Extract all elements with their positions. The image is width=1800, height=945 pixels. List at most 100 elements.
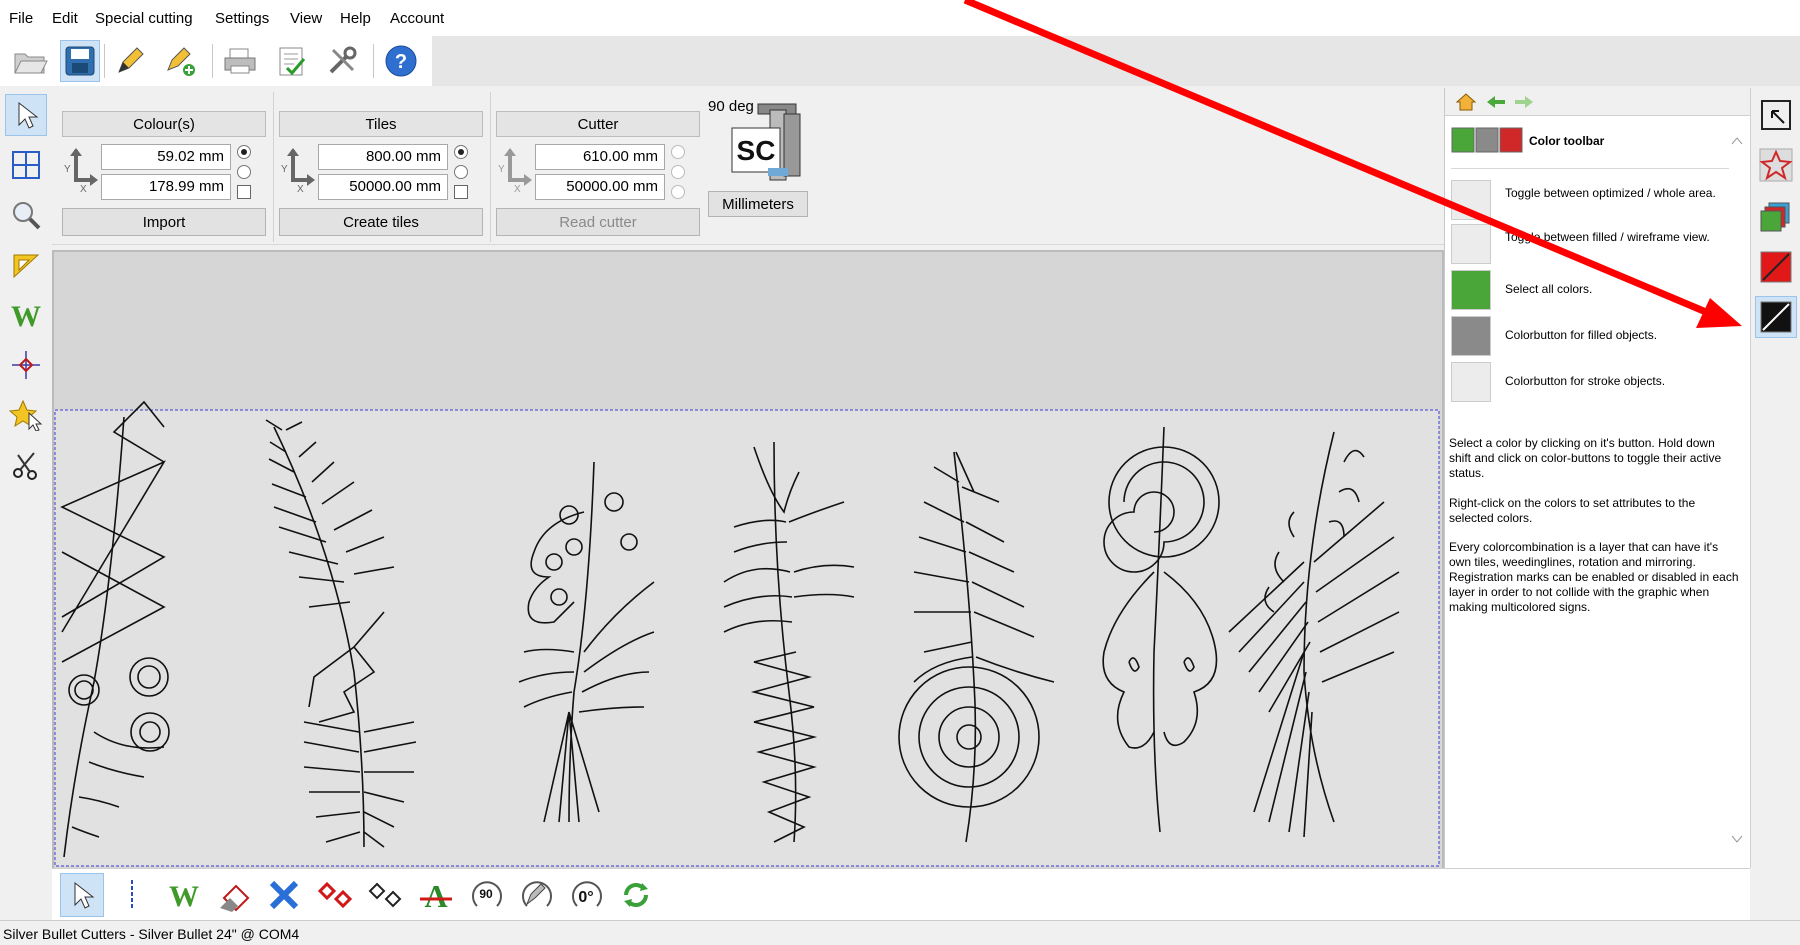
- weeding-w-icon[interactable]: W: [162, 873, 206, 917]
- menu-view[interactable]: View: [290, 10, 322, 27]
- help-paragraph-3: Every colorcombination is a layer that c…: [1449, 540, 1739, 614]
- millimeters-button[interactable]: Millimeters: [708, 191, 808, 217]
- delete-x-icon[interactable]: [262, 873, 306, 917]
- colours-y-field[interactable]: 178.99 mm: [101, 174, 231, 200]
- colours-radio-2[interactable]: [237, 165, 251, 179]
- menu-settings[interactable]: Settings: [215, 10, 269, 27]
- cutter-x-field[interactable]: 610.00 mm: [535, 144, 665, 170]
- tiles-header: Tiles: [279, 111, 483, 137]
- svg-text:?: ?: [395, 51, 407, 73]
- save-icon[interactable]: [60, 40, 100, 82]
- optimize-area-icon: [1451, 180, 1491, 220]
- help-icon[interactable]: ?: [381, 40, 421, 82]
- status-text: Silver Bullet Cutters - Silver Bullet 24…: [3, 926, 300, 942]
- colours-radio-1[interactable]: [237, 145, 251, 159]
- select-arrow-icon[interactable]: [5, 94, 47, 136]
- eraser-icon[interactable]: [212, 873, 256, 917]
- colours-header: Colour(s): [62, 111, 266, 137]
- stroke-color-icon: [1451, 362, 1491, 402]
- tiles-y-field[interactable]: 50000.00 mm: [318, 174, 448, 200]
- filled-color-red-icon[interactable]: [1755, 246, 1797, 288]
- feather-artwork: [54, 252, 1442, 868]
- svg-text:X: X: [297, 184, 304, 192]
- tiles-grid-icon[interactable]: [5, 144, 47, 186]
- weeding-w-icon[interactable]: W: [5, 294, 47, 336]
- menu-file[interactable]: File: [9, 10, 33, 27]
- import-button[interactable]: Import: [62, 208, 266, 236]
- svg-text:W: W: [169, 880, 199, 912]
- toolbar-background: [432, 36, 1800, 86]
- menu-special-cutting[interactable]: Special cutting: [95, 10, 193, 27]
- status-bar: Silver Bullet Cutters - Silver Bullet 24…: [0, 920, 1800, 945]
- forward-arrow-icon[interactable]: [1513, 94, 1535, 110]
- axis-icon: YX: [64, 148, 98, 192]
- back-arrow-icon[interactable]: [1485, 94, 1507, 110]
- color-toolbar: [1750, 88, 1800, 868]
- scroll-down-icon[interactable]: [1731, 834, 1743, 844]
- help-row-stroke: Colorbutton for stroke objects.: [1451, 362, 1731, 402]
- help-nav: [1445, 88, 1751, 116]
- settings-panel: Colour(s) YX 59.02 mm 178.99 mm Import T…: [52, 88, 1444, 245]
- tiles-x-field[interactable]: 800.00 mm: [318, 144, 448, 170]
- home-icon[interactable]: [1455, 92, 1477, 112]
- cutter-y-field[interactable]: 50000.00 mm: [535, 174, 665, 200]
- scroll-up-icon[interactable]: [1731, 136, 1743, 146]
- menu-edit[interactable]: Edit: [52, 10, 78, 27]
- text-tool-icon[interactable]: A: [414, 873, 458, 917]
- pencil-add-icon[interactable]: [160, 40, 200, 82]
- rotate-0-icon[interactable]: 0°: [564, 873, 608, 917]
- corner-icon[interactable]: [5, 244, 47, 286]
- cutter-radio-2[interactable]: [671, 165, 685, 179]
- svg-text:90: 90: [479, 887, 493, 901]
- print-icon[interactable]: [220, 40, 260, 82]
- svg-text:A: A: [424, 878, 447, 913]
- cutter-logo[interactable]: SC: [728, 102, 812, 184]
- svg-text:0°: 0°: [578, 889, 593, 906]
- svg-text:X: X: [514, 184, 521, 192]
- tools-icon[interactable]: [322, 40, 362, 82]
- tiles-radio-2[interactable]: [454, 165, 468, 179]
- help-row-select-all: Select all colors.: [1451, 270, 1731, 310]
- help-panel: Color toolbar Toggle between optimized /…: [1444, 88, 1751, 868]
- help-row-optimize: Toggle between optimized / whole area.: [1451, 180, 1731, 220]
- select-arrow-icon[interactable]: [60, 873, 104, 917]
- svg-text:SC: SC: [737, 135, 776, 166]
- star-select-icon[interactable]: [5, 394, 47, 436]
- rotate-pencil-icon[interactable]: [514, 873, 558, 917]
- pencil-icon[interactable]: [110, 40, 150, 82]
- vertical-line-icon[interactable]: [110, 873, 154, 917]
- star-wireframe-icon[interactable]: [1755, 144, 1797, 186]
- tiles-radio-1[interactable]: [454, 145, 468, 159]
- create-tiles-button[interactable]: Create tiles: [279, 208, 483, 236]
- rotate-90-icon[interactable]: 90: [464, 873, 508, 917]
- left-toolbox: W: [0, 88, 52, 868]
- menu-help[interactable]: Help: [340, 10, 371, 27]
- cutter-radio-1[interactable]: [671, 145, 685, 159]
- red-diamonds-icon[interactable]: [314, 873, 358, 917]
- read-cutter-button[interactable]: Read cutter: [496, 208, 700, 236]
- colours-checkbox[interactable]: [237, 185, 251, 199]
- drawing-canvas[interactable]: [52, 250, 1444, 870]
- tiles-checkbox[interactable]: [454, 185, 468, 199]
- registration-mark-icon[interactable]: [5, 344, 47, 386]
- color-toolbar-preview: [1451, 124, 1523, 156]
- filled-color-icon: [1451, 316, 1491, 356]
- open-icon[interactable]: [10, 40, 50, 82]
- outline-diamonds-icon[interactable]: [364, 873, 408, 917]
- colours-x-field[interactable]: 59.02 mm: [101, 144, 231, 170]
- svg-text:Y: Y: [64, 164, 71, 175]
- optimize-area-icon[interactable]: [1755, 94, 1797, 136]
- menu-account[interactable]: Account: [390, 10, 444, 27]
- refresh-icon[interactable]: [614, 873, 658, 917]
- main-toolbar: ?: [0, 36, 432, 86]
- checklist-icon[interactable]: [272, 40, 312, 82]
- cutter-radio-3[interactable]: [671, 185, 685, 199]
- stroke-color-black-icon[interactable]: [1755, 296, 1797, 338]
- scissors-icon[interactable]: [5, 444, 47, 486]
- star-wireframe-icon: [1451, 224, 1491, 264]
- select-all-colors-icon[interactable]: [1755, 196, 1797, 238]
- svg-text:X: X: [80, 184, 87, 192]
- axis-icon: YX: [281, 148, 315, 192]
- zoom-icon[interactable]: [5, 194, 47, 236]
- help-paragraph-2: Right-click on the colors to set attribu…: [1449, 496, 1696, 525]
